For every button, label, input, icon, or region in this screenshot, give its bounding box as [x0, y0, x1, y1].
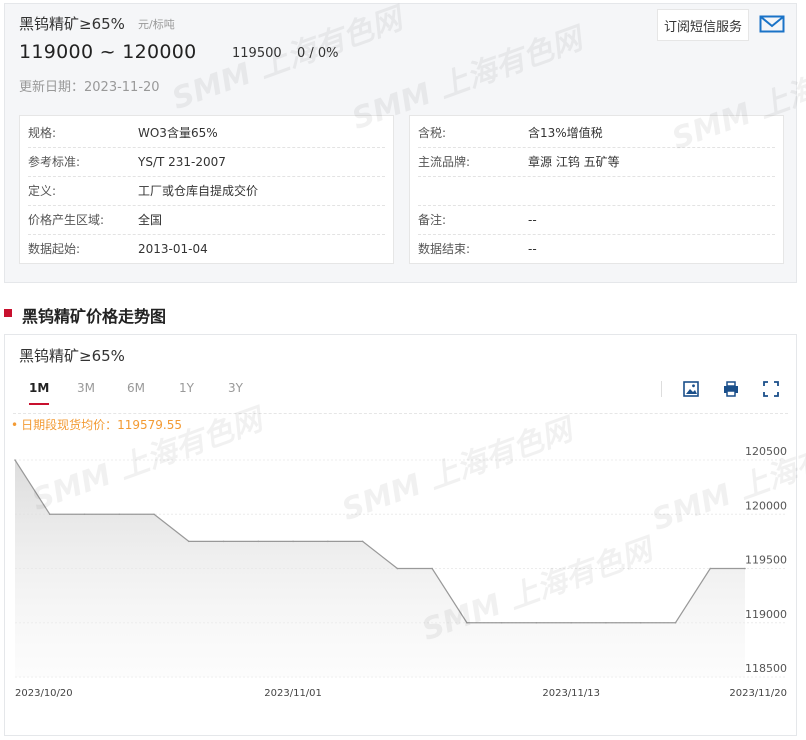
spec-label: 数据起始: — [28, 242, 81, 256]
spec-value: 工厂或仓库自提成交价 — [138, 184, 259, 198]
chart-panel: 黑钨精矿≥65% 1M 3M 6M 1Y 3Y • 日期段现货均价：119579.… — [4, 334, 806, 736]
data-point — [535, 621, 538, 624]
spec-row: 数据起始: 2013-01-04 — [28, 234, 385, 263]
data-point — [466, 621, 468, 624]
y-tick-label: 119000 — [745, 608, 787, 621]
x-tick-label: 2023/11/13 — [542, 688, 600, 699]
data-point — [709, 567, 712, 570]
data-point — [83, 513, 86, 516]
spec-row: 价格产生区域: 全国 — [28, 205, 385, 235]
spec-label: 主流品牌: — [418, 155, 471, 169]
spec-table-right: 含税: 含13%增值税主流品牌: 章源 江钨 五矿等备注: -- 数据结束: -- — [409, 115, 784, 264]
update-date-row: 更新日期：2023-11-20 — [19, 76, 160, 95]
watermark: SMM 上海有色网 — [167, 1, 407, 118]
spec-row: 参考标准: YS/T 231-2007 — [28, 147, 385, 177]
price-range: 119000 ~ 120000 — [19, 41, 197, 63]
data-point — [292, 540, 294, 543]
data-point — [500, 621, 503, 624]
spec-row: 数据结束: -- — [418, 234, 775, 263]
spec-label: 数据结束: — [418, 242, 471, 256]
price-info-panel: 黑钨精矿≥65% 元/标吨 119000 ~ 120000 119500 0 /… — [4, 1, 806, 283]
spec-label: 规格: — [28, 126, 57, 140]
data-point — [605, 621, 607, 624]
update-date-label: 更新日期： — [19, 80, 85, 95]
spec-row — [418, 176, 775, 206]
average-price: 119500 — [232, 46, 282, 61]
y-tick-label: 119500 — [745, 554, 787, 567]
section-title: 黑钨精矿价格走势图 — [22, 307, 167, 326]
spec-label: 定义: — [28, 184, 57, 198]
x-tick-label: 2023/11/01 — [264, 688, 322, 699]
spec-value: 含13%增值税 — [528, 126, 603, 140]
spec-value: -- — [528, 241, 537, 256]
spec-row: 规格: WO3含量65% — [28, 118, 385, 148]
spec-value: 全国 — [138, 213, 163, 227]
data-point — [674, 621, 677, 624]
spec-label: 备注: — [418, 213, 447, 227]
data-point — [570, 621, 572, 624]
spec-row: 定义: 工厂或仓库自提成交价 — [28, 176, 385, 206]
price-change: 0 / 0% — [297, 46, 339, 61]
spec-label: 含税: — [418, 126, 447, 140]
price-trend-chart: 118500 119000 119500 120000 120500 2023/10/20… — [14, 445, 787, 699]
data-point — [188, 540, 190, 543]
y-tick-label: 120500 — [745, 445, 787, 458]
product-name: 黑钨精矿≥65% — [19, 15, 125, 33]
spec-row: 主流品牌: 章源 江钨 五矿等 — [418, 147, 775, 177]
mail-icon[interactable] — [759, 13, 785, 35]
section-marker — [4, 309, 12, 317]
x-tick-label: 2023/10/20 — [15, 688, 73, 699]
spec-value: WO3含量65% — [138, 126, 218, 140]
y-tick-label: 118500 — [745, 662, 787, 675]
data-point — [431, 567, 433, 570]
data-point — [744, 567, 746, 570]
data-point — [396, 567, 399, 570]
spec-value: 2013-01-04 — [138, 241, 208, 256]
data-point — [222, 540, 225, 543]
data-point — [14, 459, 16, 461]
spec-value: -- — [528, 212, 537, 227]
spec-row: 备注: -- — [418, 205, 775, 235]
x-tick-label: 2023/11/20 — [729, 688, 787, 699]
data-point — [153, 513, 155, 516]
data-point — [327, 540, 329, 543]
spec-value: 章源 江钨 五矿等 — [528, 155, 620, 169]
y-tick-label: 120000 — [745, 499, 787, 512]
spec-label: 价格产生区域: — [28, 213, 105, 227]
spec-row: 含税: 含13%增值税 — [418, 118, 775, 148]
spec-value: YS/T 231-2007 — [138, 154, 226, 169]
data-point — [361, 540, 364, 543]
price-unit: 元/标吨 — [138, 18, 175, 31]
sms-subscribe-button[interactable]: 订阅短信服务 — [657, 9, 749, 41]
data-point — [48, 513, 51, 516]
data-point — [257, 540, 260, 543]
update-date-value: 2023-11-20 — [84, 80, 160, 95]
data-point — [639, 621, 642, 624]
spec-table-left: 规格: WO3含量65% 参考标准: YS/T 231-2007 定义: 工厂或仓库自提成… — [19, 115, 394, 264]
spec-label: 参考标准: — [28, 155, 81, 169]
data-point — [118, 513, 121, 516]
